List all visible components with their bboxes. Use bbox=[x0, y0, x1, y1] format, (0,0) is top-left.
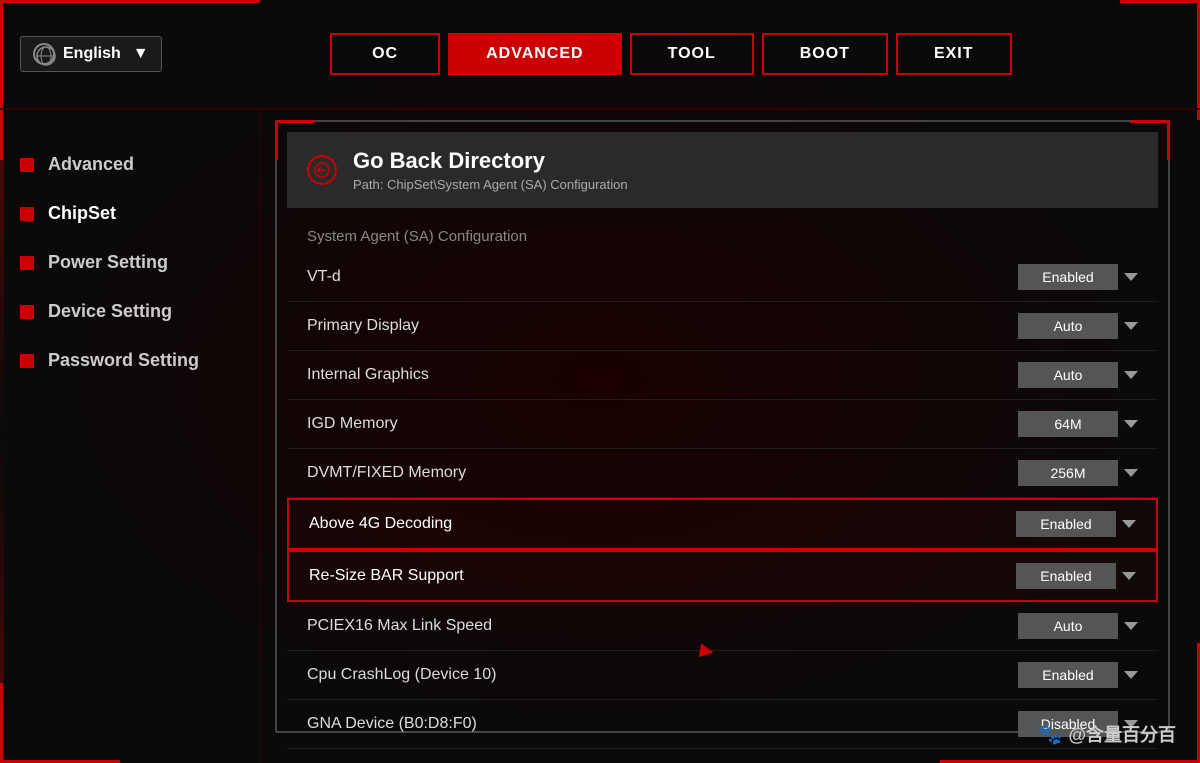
setting-label-7: PCIEX16 Max Link Speed bbox=[307, 617, 492, 635]
setting-value-0: Enabled bbox=[1018, 264, 1138, 290]
nav-tabs: OCADVANCEDTOOLBootEXIT bbox=[330, 33, 1011, 75]
dropdown-arrow: ▼ bbox=[133, 45, 149, 63]
sidebar-label-advanced: Advanced bbox=[48, 154, 134, 175]
sidebar-item-advanced[interactable]: Advanced bbox=[0, 140, 259, 189]
sidebar-icon-power bbox=[20, 256, 34, 270]
language-selector[interactable]: English ▼ bbox=[20, 36, 162, 72]
sidebar-item-device[interactable]: Device Setting bbox=[0, 287, 259, 336]
value-box-0: Enabled bbox=[1018, 264, 1118, 290]
setting-value-7: Auto bbox=[1018, 613, 1138, 639]
go-back-header[interactable]: Go Back Directory Path: ChipSet\System A… bbox=[287, 132, 1158, 208]
sidebar-label-power: Power Setting bbox=[48, 252, 168, 273]
panel-corner-tr bbox=[1130, 120, 1170, 160]
setting-value-5: Enabled bbox=[1016, 511, 1136, 537]
value-arrow-6 bbox=[1122, 572, 1136, 580]
sidebar-icon-advanced bbox=[20, 158, 34, 172]
section-label: System Agent (SA) Configuration bbox=[287, 218, 1168, 253]
setting-row-7[interactable]: PCIEX16 Max Link Speed Auto bbox=[287, 602, 1158, 651]
sidebar-icon-device bbox=[20, 305, 34, 319]
setting-label-9: GNA Device (B0:D8:F0) bbox=[307, 715, 477, 733]
setting-row-4[interactable]: DVMT/FIXED Memory 256M bbox=[287, 449, 1158, 498]
sidebar-label-password: Password Setting bbox=[48, 350, 199, 371]
nav-tab-boot[interactable]: Boot bbox=[762, 33, 888, 75]
nav-tab-advanced[interactable]: ADVANCED bbox=[448, 33, 621, 75]
setting-row-6[interactable]: Re-Size BAR Support Enabled bbox=[287, 550, 1158, 602]
value-box-7: Auto bbox=[1018, 613, 1118, 639]
setting-label-0: VT-d bbox=[307, 268, 341, 286]
setting-label-2: Internal Graphics bbox=[307, 366, 429, 384]
setting-value-2: Auto bbox=[1018, 362, 1138, 388]
sidebar-item-chipset[interactable]: ChipSet bbox=[0, 189, 259, 238]
setting-value-3: 64M bbox=[1018, 411, 1138, 437]
setting-label-1: Primary Display bbox=[307, 317, 419, 335]
value-box-5: Enabled bbox=[1016, 511, 1116, 537]
paw-icon: 🐾 bbox=[1038, 722, 1063, 747]
nav-tab-oc[interactable]: OC bbox=[330, 33, 440, 75]
value-arrow-7 bbox=[1124, 622, 1138, 630]
top-bar: English ▼ OCADVANCEDTOOLBootEXIT bbox=[0, 0, 1200, 110]
setting-row-9[interactable]: GNA Device (B0:D8:F0)Disabled bbox=[287, 700, 1158, 749]
setting-value-4: 256M bbox=[1018, 460, 1138, 486]
value-box-8: Enabled bbox=[1018, 662, 1118, 688]
go-back-path: Path: ChipSet\System Agent (SA) Configur… bbox=[353, 177, 628, 192]
language-label: English bbox=[63, 45, 121, 63]
setting-value-8: Enabled bbox=[1018, 662, 1138, 688]
sidebar-label-device: Device Setting bbox=[48, 301, 172, 322]
globe-icon bbox=[33, 43, 55, 65]
setting-value-1: Auto bbox=[1018, 313, 1138, 339]
settings-list: VT-dEnabledPrimary DisplayAutoInternal G… bbox=[277, 253, 1168, 749]
value-box-1: Auto bbox=[1018, 313, 1118, 339]
value-box-4: 256M bbox=[1018, 460, 1118, 486]
watermark: 🐾 @含量百分百 bbox=[1038, 721, 1176, 747]
setting-row-8[interactable]: Cpu CrashLog (Device 10) Enabled bbox=[287, 651, 1158, 700]
setting-label-8: Cpu CrashLog (Device 10) bbox=[307, 666, 496, 684]
nav-tab-exit[interactable]: EXIT bbox=[896, 33, 1012, 75]
value-arrow-1 bbox=[1124, 322, 1138, 330]
value-arrow-5 bbox=[1122, 520, 1136, 528]
value-arrow-4 bbox=[1124, 469, 1138, 477]
value-box-6: Enabled bbox=[1016, 563, 1116, 589]
value-box-2: Auto bbox=[1018, 362, 1118, 388]
sidebar-label-chipset: ChipSet bbox=[48, 203, 116, 224]
main-content: Go Back Directory Path: ChipSet\System A… bbox=[275, 120, 1170, 733]
setting-label-5: Above 4G Decoding bbox=[309, 515, 452, 533]
content-panel: Go Back Directory Path: ChipSet\System A… bbox=[275, 120, 1170, 733]
value-arrow-8 bbox=[1124, 671, 1138, 679]
setting-row-5[interactable]: Above 4G Decoding Enabled bbox=[287, 498, 1158, 550]
value-arrow-2 bbox=[1124, 371, 1138, 379]
value-arrow-0 bbox=[1124, 273, 1138, 281]
go-back-text: Go Back Directory Path: ChipSet\System A… bbox=[353, 148, 628, 192]
setting-row-3[interactable]: IGD Memory 64M bbox=[287, 400, 1158, 449]
watermark-text: @含量百分百 bbox=[1068, 721, 1176, 747]
sidebar: Advanced ChipSet Power Setting Device Setti… bbox=[0, 110, 260, 763]
setting-row-0[interactable]: VT-d Enabled bbox=[287, 253, 1158, 302]
setting-label-6: Re-Size BAR Support bbox=[309, 567, 464, 585]
value-box-3: 64M bbox=[1018, 411, 1118, 437]
setting-row-2[interactable]: Internal Graphics Auto bbox=[287, 351, 1158, 400]
setting-row-1[interactable]: Primary Display Auto bbox=[287, 302, 1158, 351]
setting-value-6: Enabled bbox=[1016, 563, 1136, 589]
panel-corner-tl bbox=[275, 120, 315, 160]
setting-label-3: IGD Memory bbox=[307, 415, 398, 433]
sidebar-icon-chipset bbox=[20, 207, 34, 221]
sidebar-item-password[interactable]: Password Setting bbox=[0, 336, 259, 385]
setting-label-4: DVMT/FIXED Memory bbox=[307, 464, 466, 482]
nav-tab-tool[interactable]: TOOL bbox=[630, 33, 754, 75]
value-arrow-3 bbox=[1124, 420, 1138, 428]
sidebar-item-power[interactable]: Power Setting bbox=[0, 238, 259, 287]
sidebar-icon-password bbox=[20, 354, 34, 368]
go-back-title: Go Back Directory bbox=[353, 148, 628, 174]
